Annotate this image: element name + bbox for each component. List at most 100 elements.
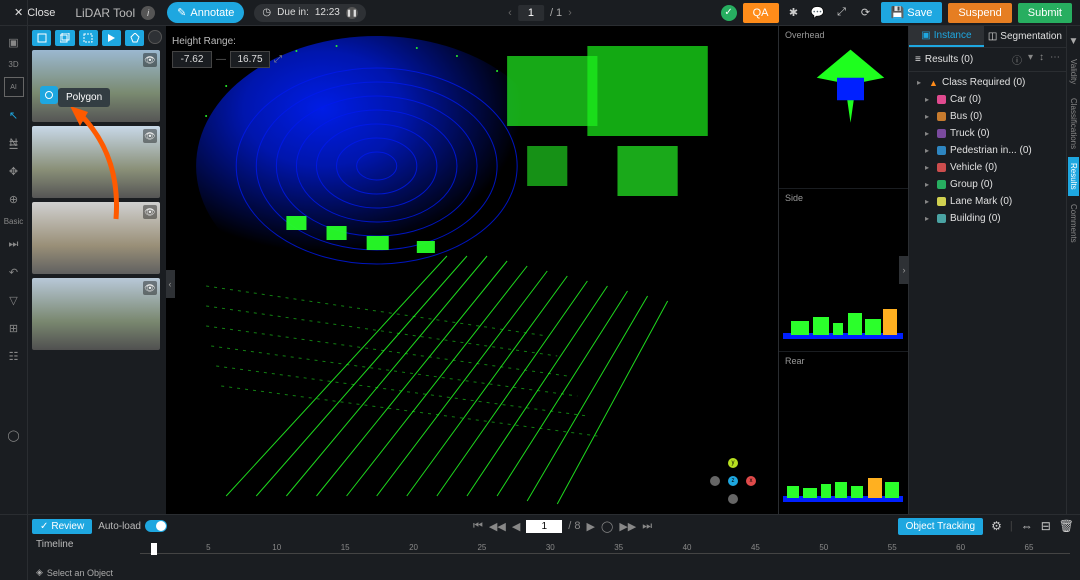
info-icon[interactable]: i [141,6,155,20]
play-icon[interactable]: ◯ [601,520,613,533]
side-label: Side [785,193,902,203]
frame-input[interactable] [526,520,562,533]
rail-comments[interactable]: Comments [1068,198,1079,249]
gear-icon[interactable]: ⚙ [991,519,1002,533]
refresh-icon[interactable]: ⟳ [857,4,875,22]
frame-total: / 8 [568,520,580,532]
tree-node-label: Building (0) [950,213,1001,224]
annotation-arrow-icon [66,104,126,224]
tree-node-label: Class Required (0) [942,77,1025,88]
split-icon[interactable]: ⇔ [1021,519,1033,533]
lidar-viewer[interactable]: ‹ Height Range: — ⤢ [166,26,778,514]
eye-icon[interactable]: 👁 [143,129,157,143]
autoload-toggle[interactable]: Auto-load [98,520,167,532]
timeline-tool1-icon[interactable]: ☰ [9,139,19,152]
camera-thumb-4[interactable]: 👁 [32,278,160,350]
eye-icon[interactable]: 👁 [143,205,157,219]
camera-column: 👁 👁 👁 👁 Polygon [28,26,166,514]
draw-polygon-button[interactable] [125,30,144,46]
suspend-button[interactable]: Suspend [948,3,1011,23]
tree-node[interactable]: ▸ Building (0) [909,210,1066,227]
chevron-right-icon: ▸ [925,146,933,155]
tree-node[interactable]: ▸Bus (0) [909,108,1066,125]
filter2-icon[interactable]: ▼ [1069,32,1079,51]
ruler-tick: 35 [614,543,623,552]
axis-gizmo[interactable]: y z x [710,458,756,504]
rear-view[interactable]: Rear [779,352,908,514]
timeline-tool2-icon[interactable]: ◯ [7,429,19,442]
playhead[interactable] [151,543,157,555]
rail-classifications[interactable]: Classifications [1068,92,1079,155]
height-min-input[interactable] [172,51,212,68]
tab-instance[interactable]: ▣Instance [909,26,984,47]
resize-icon[interactable]: ⤢ [274,54,282,65]
next-icon[interactable]: ▶ [587,520,595,533]
overhead-view[interactable]: Overhead [779,26,908,189]
pause-icon[interactable]: ❚❚ [346,7,358,19]
ruler-tick: 20 [409,543,418,552]
snap-icon[interactable]: ⊟ [1041,519,1051,533]
pencil-icon: ✎ [177,6,186,19]
ruler-tick: 30 [546,543,555,552]
draw-dashed-button[interactable] [79,30,98,46]
eye-icon[interactable]: 👁 [143,281,157,295]
funnel-icon[interactable]: ▾ [1028,52,1033,67]
tab-segmentation[interactable]: ◫Segmentation [984,26,1066,47]
collapse-left-icon[interactable]: ‹ [166,270,175,298]
rail-results[interactable]: Results [1068,157,1079,196]
object-tracking-button[interactable]: Object Tracking [898,518,983,535]
annotate-button[interactable]: ✎ Annotate [167,2,244,23]
toggle-icon[interactable] [145,520,167,532]
save-icon: 💾 [891,7,905,19]
ruler-tick: 10 [272,543,281,552]
tree-node[interactable]: ▸Truck (0) [909,125,1066,142]
info2-icon[interactable]: ⓘ [1012,52,1022,67]
tree-node-label: Pedestrian in... (0) [950,145,1032,156]
expand-icon[interactable]: ⤢ [833,4,851,22]
bug-icon[interactable]: ✱ [785,4,803,22]
tree-node[interactable]: ▸Vehicle (0) [909,159,1066,176]
draw-cuboid-button[interactable] [55,30,74,46]
select-object-hint[interactable]: ◈ Select an Object [36,567,113,578]
sort-icon[interactable]: ↕ [1039,52,1044,67]
draw-toggle-icon[interactable] [148,30,162,44]
tree-node[interactable]: ▸▲Class Required (0) [909,74,1066,91]
submit-button[interactable]: Submit [1018,3,1072,23]
ruler-tick: 65 [1025,543,1034,552]
rail-validity[interactable]: Validity [1068,53,1079,90]
side-view[interactable]: Side [779,189,908,352]
next-frame-icon[interactable]: ▶▶ [619,520,636,533]
class-color-icon [937,95,946,104]
last-frame-icon[interactable]: ⏭ [642,520,652,533]
timeline-ruler[interactable]: 5101520253035404550556065 [140,543,1070,559]
chevron-right-icon[interactable]: › [568,7,572,19]
qa-button[interactable]: QA [743,3,779,23]
trash-icon[interactable]: 🗑 [1059,519,1074,533]
draw-rect-button[interactable] [32,30,51,46]
ruler-tick: 15 [341,543,350,552]
prev-frame-icon[interactable]: ◀◀ [489,520,506,533]
class-color-icon [937,146,946,155]
eye-icon[interactable]: 👁 [143,53,157,67]
save-button[interactable]: 💾Save [881,2,943,23]
height-max-input[interactable] [230,51,270,68]
review-button[interactable]: ✓Review [32,519,92,534]
tree-node[interactable]: ▸Lane Mark (0) [909,193,1066,210]
tree-node[interactable]: ▸ Pedestrian in... (0) [909,142,1066,159]
chevron-right-icon: ▸ [925,214,933,223]
close-label: Close [27,7,55,19]
tree-node[interactable]: ▸Group (0) [909,176,1066,193]
tree-node[interactable]: ▸Car (0) [909,91,1066,108]
warning-icon: ▲ [929,78,938,87]
class-color-icon [937,180,946,189]
first-frame-icon[interactable]: ⏮ [473,520,483,533]
prev-icon[interactable]: ◀ [512,520,520,533]
chevron-left-icon[interactable]: ‹ [508,7,512,19]
more-icon[interactable]: ⋯ [1050,52,1060,67]
height-range-control: Height Range: — ⤢ [172,36,282,68]
chat-icon[interactable]: 💬 [809,4,827,22]
draw-play-button[interactable] [102,30,121,46]
chevron-right-icon: ▸ [925,112,933,121]
class-color-icon [937,163,946,172]
tree-node-label: Group (0) [950,179,993,190]
